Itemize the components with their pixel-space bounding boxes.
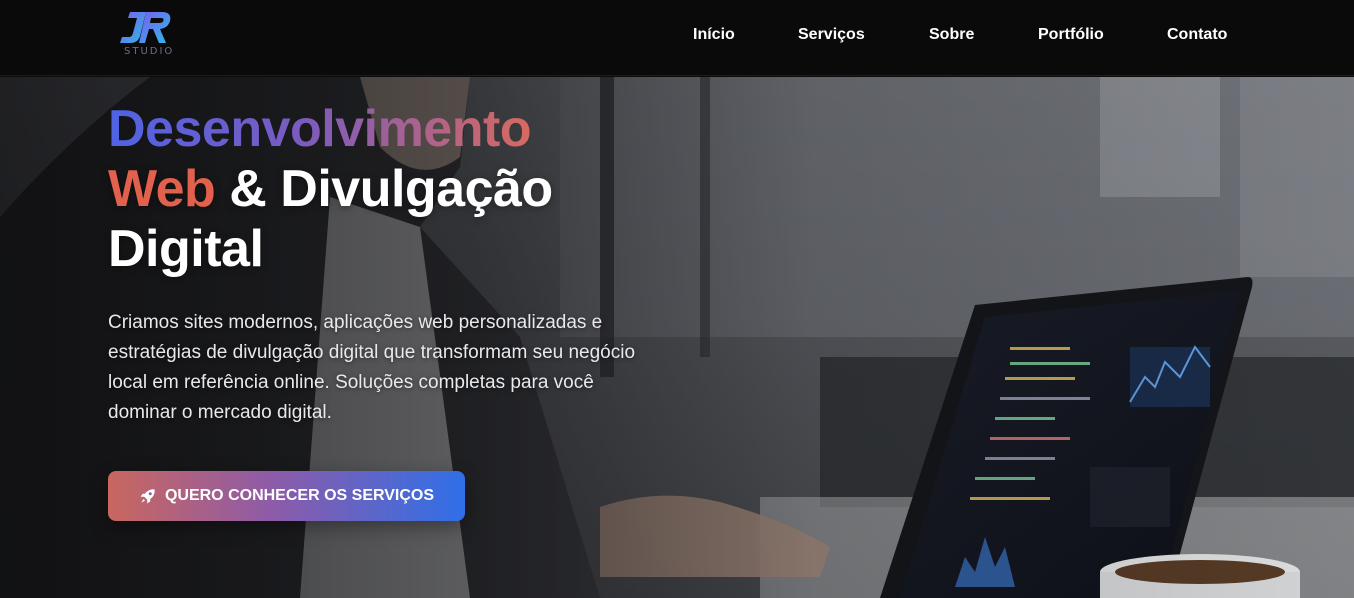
nav-link-sobre[interactable]: Sobre — [929, 26, 974, 44]
hero-title-part-2: Web — [108, 160, 216, 218]
cta-label: QUERO CONHECER OS SERVIÇOS — [164, 487, 435, 504]
logo-icon — [120, 12, 171, 43]
hero-title-part-3: & Divulgação — [229, 160, 553, 218]
nav-link-inicio[interactable]: Início — [693, 26, 735, 44]
cta-services-button[interactable]: QUERO CONHECER OS SERVIÇOS — [108, 471, 465, 521]
nav-link-servicos[interactable]: Serviços — [798, 26, 865, 44]
brand-logo[interactable]: STUDIO — [116, 6, 176, 60]
top-navbar: STUDIO Início Serviços Sobre Portfólio C… — [0, 0, 1354, 76]
hero-title-part-1: Desenvolvimento — [108, 100, 532, 158]
hero-section: Desenvolvimento Web & Divulgação Digital… — [0, 77, 1354, 598]
hero-title-part-4: Digital — [108, 220, 264, 278]
rocket-icon — [139, 487, 157, 505]
nav-link-portfolio[interactable]: Portfólio — [1038, 26, 1104, 44]
logo-subtitle: STUDIO — [124, 46, 175, 57]
nav-link-contato[interactable]: Contato — [1167, 26, 1227, 44]
hero-title: Desenvolvimento Web & Divulgação Digital — [108, 99, 668, 279]
hero-description: Criamos sites modernos, aplicações web p… — [108, 312, 636, 423]
